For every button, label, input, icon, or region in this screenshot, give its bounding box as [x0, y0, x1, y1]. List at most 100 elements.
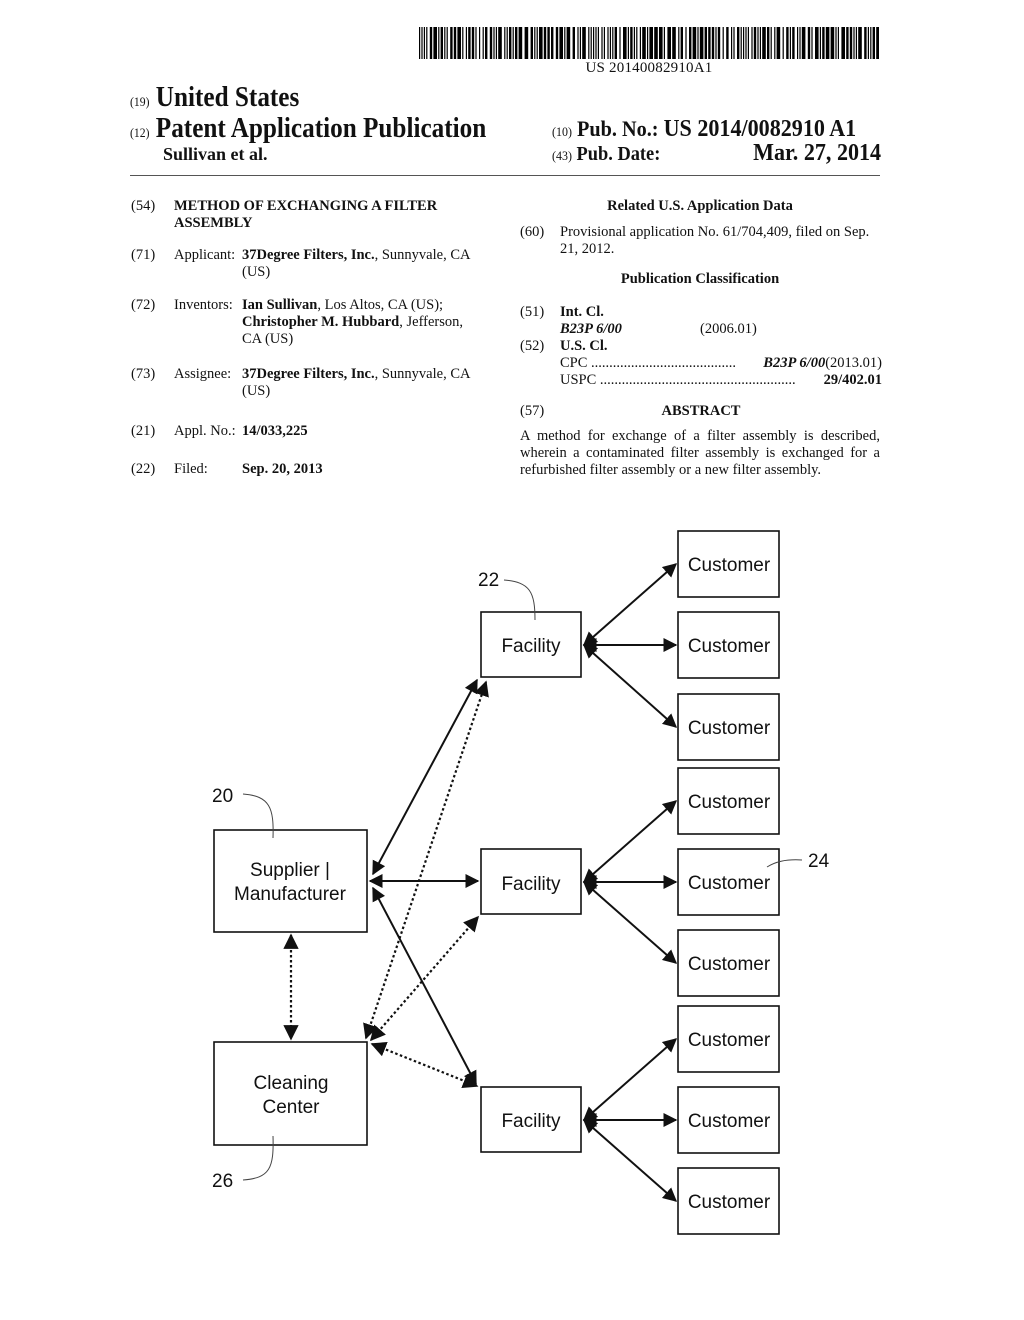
- barcode-bar: [440, 27, 443, 59]
- customer-label: Customer: [688, 954, 771, 975]
- barcode-bar: [495, 27, 497, 59]
- cleaning-label-line2: Center: [262, 1097, 320, 1118]
- barcode-bar: [801, 27, 806, 59]
- barcode: [419, 27, 879, 59]
- inid-code: (19): [130, 94, 150, 109]
- barcode-bar: [726, 27, 729, 59]
- barcode-bar: [767, 27, 770, 59]
- publication-date: Mar. 27, 2014: [753, 140, 881, 166]
- barcode-bar: [731, 27, 733, 59]
- customer-label: Customer: [688, 718, 771, 739]
- uspc-row: USPC ...................................…: [560, 372, 882, 389]
- barcode-bar: [498, 27, 502, 59]
- dotted-arrow-cleaning-facility-2: [369, 915, 480, 1042]
- barcode-bar: [590, 27, 592, 59]
- facility-label: Facility: [501, 636, 561, 657]
- barcode-bar: [623, 27, 627, 59]
- barcode-bar: [667, 27, 671, 59]
- applicant-country: (US): [242, 264, 271, 280]
- related-data-heading: Related U.S. Application Data: [607, 198, 793, 214]
- field-label: Assignee:: [174, 366, 232, 382]
- barcode-bar: [797, 27, 799, 59]
- barcode-bar: [564, 27, 566, 59]
- inventor-name: Ian Sullivan: [242, 297, 318, 313]
- barcode-bar: [867, 27, 869, 59]
- barcode-bar: [680, 27, 683, 59]
- barcode-bar: [799, 27, 801, 59]
- barcode-bar: [699, 27, 704, 59]
- publication-number: (10) Pub. No.: US 2014/0082910 A1: [552, 116, 856, 143]
- country-name: United States: [155, 82, 300, 113]
- applicant-value: 37Degree Filters, Inc., Sunnyvale, CA (U…: [242, 247, 482, 281]
- uspc-value: 29/402.01: [823, 372, 882, 388]
- barcode-bar: [825, 27, 830, 59]
- barcode-bar: [630, 27, 633, 59]
- barcode-bar: [489, 27, 493, 59]
- arrow-facility-customer: [582, 1038, 678, 1121]
- applicant-name: 37Degree Filters, Inc.: [242, 247, 375, 263]
- supplier-label-line1: Supplier |: [250, 860, 330, 881]
- inid-code: (52): [520, 338, 545, 354]
- barcode-bar: [512, 27, 514, 59]
- barcode-bar: [559, 27, 563, 59]
- inid-code: (22): [131, 461, 156, 477]
- barcode-bar: [770, 27, 772, 59]
- inid-code: (71): [131, 247, 156, 263]
- barcode-bar: [433, 27, 437, 59]
- barcode-bar: [572, 27, 575, 59]
- barcode-bar: [518, 27, 523, 59]
- barcode-bar: [846, 27, 849, 59]
- arrow-facility-customer: [582, 1119, 678, 1202]
- barcode-bar: [672, 27, 676, 59]
- reference-numeral-26: 26: [212, 1171, 233, 1192]
- barcode-bar: [438, 27, 440, 59]
- barcode-bar: [751, 27, 753, 59]
- inid-code: (43): [552, 148, 572, 163]
- barcode-bar: [485, 27, 488, 59]
- inid-code: (12): [130, 125, 150, 140]
- barcode-bar: [774, 27, 776, 59]
- field-label: Inventors:: [174, 297, 233, 313]
- barcode-bar: [789, 27, 791, 59]
- barcode-bar: [426, 27, 428, 59]
- barcode-bar: [841, 27, 845, 59]
- barcode-bar: [830, 27, 835, 59]
- barcode-bar: [678, 27, 680, 59]
- barcode-bar: [429, 27, 433, 59]
- barcode-bar: [597, 27, 599, 59]
- barcode-bar: [465, 27, 467, 59]
- barcode-bar: [595, 27, 597, 59]
- supplier-manufacturer-box: [213, 829, 368, 933]
- barcode-bar: [493, 27, 495, 59]
- inventor-location: , Jefferson,: [399, 314, 464, 330]
- barcode-bar: [753, 27, 757, 59]
- barcode-bar: [566, 27, 571, 59]
- barcode-bar: [479, 27, 481, 59]
- barcode-bar: [421, 27, 423, 59]
- barcode-bar: [462, 27, 464, 59]
- barcode-bar: [822, 27, 825, 59]
- barcode-bar: [733, 27, 735, 59]
- int-cl-value: Int. Cl. B23P 6/00 (2006.01): [560, 304, 890, 338]
- us-cl-label: U.S. Cl.: [560, 338, 608, 354]
- barcode-bar: [792, 27, 795, 59]
- leader-dots: ........................................…: [599, 372, 796, 388]
- barcode-bar: [722, 27, 724, 59]
- barcode-bar: [504, 27, 506, 59]
- inid-code: (60): [520, 224, 545, 240]
- barcode-bar: [835, 27, 837, 59]
- provisional-line: Provisional application No. 61/704,409, …: [560, 224, 870, 240]
- barcode-bar: [872, 27, 875, 59]
- field-label: Appl. No.:: [174, 423, 236, 439]
- barcode-bar: [603, 27, 605, 59]
- barcode-bar: [864, 27, 867, 59]
- barcode-bar: [737, 27, 740, 59]
- barcode-bar: [642, 27, 646, 59]
- barcode-bar: [551, 27, 554, 59]
- barcode-bar: [524, 27, 529, 59]
- barcode-bar: [711, 27, 715, 59]
- inid-code: (10): [552, 124, 572, 139]
- int-cl-version: (2006.01): [700, 321, 757, 337]
- barcode-bar: [636, 27, 638, 59]
- appl-no-value: 14/033,225: [242, 423, 308, 439]
